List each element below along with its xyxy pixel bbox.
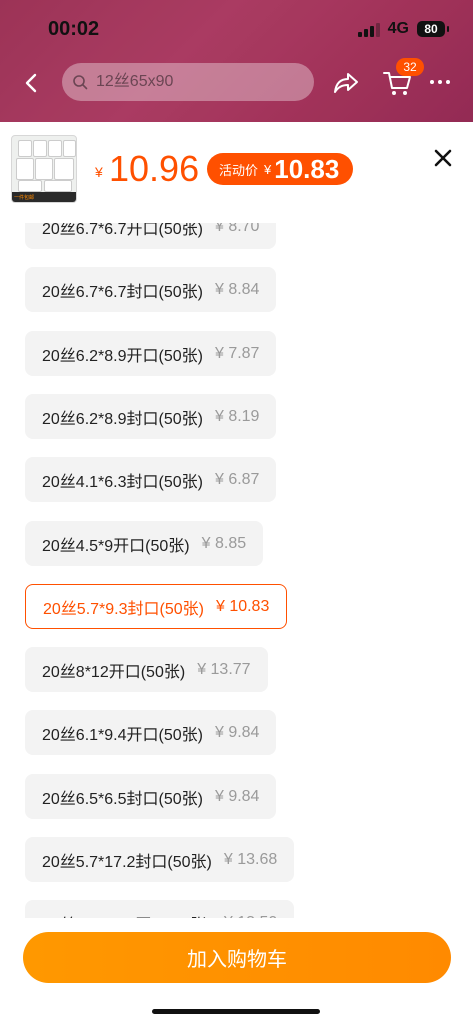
sku-option[interactable]: 20丝6.2*8.9封口(50张) ¥ 8.19 — [25, 394, 277, 439]
promo-price-badge: 活动价 ¥ 10.83 — [207, 153, 354, 185]
sku-option[interactable]: 20丝6.5*6.5封口(50张) ¥ 9.84 — [25, 774, 277, 819]
sku-option-price: ¥ 6.87 — [214, 470, 260, 488]
price-currency: ¥ — [95, 164, 103, 180]
back-arrow-icon[interactable] — [20, 68, 42, 98]
sku-option[interactable]: 20丝5.7*17.2开口(50张) ¥ 13.50 — [25, 900, 295, 919]
sku-option[interactable]: 20丝6.1*9.4开口(50张) ¥ 9.84 — [25, 710, 277, 755]
signal-icon — [357, 21, 380, 37]
search-bar[interactable] — [62, 63, 314, 101]
sku-option-price: ¥ 7.87 — [214, 344, 260, 362]
more-options-icon[interactable] — [430, 80, 450, 84]
sku-option-label: 20丝5.7*17.2开口(50张) — [42, 911, 212, 919]
sku-option-label: 20丝8*12开口(50张) — [42, 663, 186, 681]
status-indicators: 4G 80 — [357, 20, 449, 38]
search-icon — [73, 75, 88, 90]
product-price: 10.96 — [109, 148, 200, 189]
sku-option-label: 20丝6.2*8.9开口(50张) — [42, 347, 203, 365]
sku-option-price: ¥ 9.84 — [214, 723, 260, 741]
thumbnail-caption: 一件包邮 — [14, 195, 35, 201]
sku-option[interactable]: 20丝6.7*6.7开口(50张) ¥ 8.70 — [25, 223, 277, 249]
promo-label: 活动价 — [219, 162, 259, 178]
sku-option-label: 20丝5.7*9.3封口(50张) — [43, 600, 204, 618]
product-thumbnail[interactable]: 一件包邮 — [11, 135, 77, 203]
sku-option-label: 20丝6.2*8.9封口(50张) — [42, 410, 203, 428]
sku-option-price: ¥ 13.77 — [197, 660, 251, 678]
sku-option-price: ¥ 13.68 — [223, 850, 278, 868]
promo-price: 10.83 — [274, 153, 340, 184]
add-to-cart-button[interactable]: 加入购物车 — [23, 932, 451, 983]
sku-option-label: 20丝4.5*9开口(50张) — [42, 537, 190, 555]
sku-option-label: 20丝5.7*17.2封口(50张) — [42, 853, 212, 871]
sku-option[interactable]: 20丝4.1*6.3封口(50张) ¥ 6.87 — [25, 457, 277, 502]
share-icon[interactable] — [332, 70, 360, 96]
sku-option-price: ¥ 10.83 — [215, 597, 270, 615]
sku-option[interactable]: 20丝4.5*9开口(50张) ¥ 8.85 — [25, 521, 264, 566]
sku-option-price: ¥ 8.19 — [214, 407, 260, 425]
sku-option-label: 20丝6.7*6.7封口(50张) — [42, 283, 203, 301]
sku-option-price: ¥ 8.84 — [214, 280, 260, 298]
sku-option-label: 20丝6.1*9.4开口(50张) — [42, 726, 203, 744]
sku-option[interactable]: 20丝6.7*6.7封口(50张) ¥ 8.84 — [25, 267, 277, 312]
sku-option-label: 20丝6.7*6.7开口(50张) — [42, 223, 203, 238]
sku-option-price: ¥ 8.85 — [201, 534, 247, 552]
battery-icon: 80 — [417, 21, 449, 37]
sku-selector-sheet: 一件包邮 ¥ 10.96 活动价 ¥ 10.83 20丝6.7*6.7开口(50… — [0, 122, 473, 1024]
sku-option[interactable]: 20丝5.7*9.3封口(50张) ¥ 10.83 — [25, 584, 288, 629]
search-input[interactable] — [94, 72, 298, 92]
home-indicator — [152, 1009, 320, 1014]
status-time: 00:02 — [48, 18, 100, 40]
sku-option-price: ¥ 13.50 — [224, 914, 277, 919]
cart-count-badge: 32 — [396, 58, 424, 76]
sku-option[interactable]: 20丝6.2*8.9开口(50张) ¥ 7.87 — [25, 331, 277, 376]
sku-option[interactable]: 20丝8*12开口(50张) ¥ 13.77 — [25, 647, 268, 692]
sku-options-list[interactable]: 20丝6.7*6.7开口(50张) ¥ 8.70 20丝6.7*6.7封口(50张)… — [0, 223, 473, 918]
promo-currency: ¥ — [264, 161, 272, 177]
network-type: 4G — [387, 20, 409, 37]
top-nav-header: 00:02 4G 80 32 — [0, 0, 473, 122]
sku-option-price: ¥ 8.70 — [214, 223, 260, 235]
sku-option[interactable]: 20丝5.7*17.2封口(50张) ¥ 13.68 — [25, 837, 295, 882]
sku-option-price: ¥ 9.84 — [214, 787, 260, 805]
close-icon[interactable] — [432, 147, 454, 169]
sku-option-label: 20丝6.5*6.5封口(50张) — [42, 790, 203, 808]
sku-option-label: 20丝4.1*6.3封口(50张) — [42, 473, 203, 491]
